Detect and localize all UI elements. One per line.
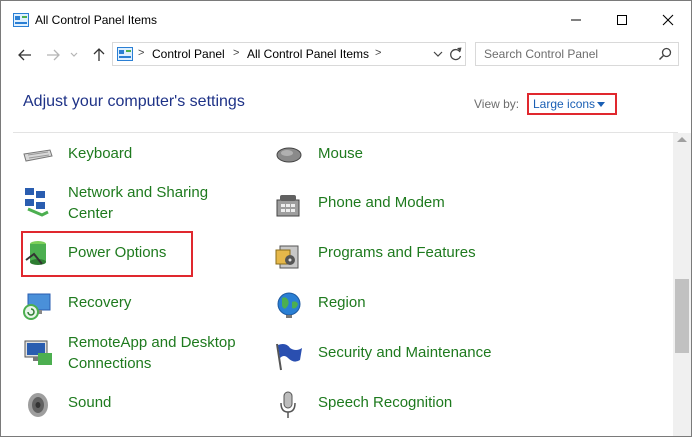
item-power-options[interactable]: Power Options xyxy=(22,236,192,284)
view-by-label: View by: xyxy=(474,97,520,111)
flag-icon xyxy=(276,343,302,371)
view-by-value[interactable]: Large icons xyxy=(533,97,595,111)
phone-icon xyxy=(276,195,300,217)
scroll-up-icon[interactable] xyxy=(677,137,687,142)
maximize-button[interactable] xyxy=(599,1,645,39)
item-sound[interactable]: Sound xyxy=(22,389,252,437)
microphone-icon xyxy=(280,391,296,418)
mouse-icon xyxy=(276,147,302,163)
item-label[interactable]: Security and Maintenance xyxy=(318,342,491,363)
maximize-icon xyxy=(617,15,627,25)
chevron-down-icon xyxy=(70,52,78,57)
arrow-up-icon xyxy=(93,48,105,61)
item-remoteapp[interactable]: RemoteApp and Desktop Connections xyxy=(22,333,262,381)
power-icon xyxy=(25,241,46,265)
control-panel-icon xyxy=(117,47,133,61)
vertical-scrollbar[interactable] xyxy=(673,133,691,436)
search-input[interactable] xyxy=(476,43,656,65)
refresh-icon[interactable] xyxy=(449,46,463,62)
forward-button[interactable] xyxy=(43,45,63,65)
title-bar[interactable]: All Control Panel Items xyxy=(1,1,691,39)
keyboard-icon xyxy=(23,149,53,162)
item-label[interactable]: Power Options xyxy=(68,242,166,263)
close-icon xyxy=(662,14,674,26)
arrow-right-icon xyxy=(47,49,60,61)
window-title: All Control Panel Items xyxy=(35,13,158,27)
item-label[interactable]: Phone and Modem xyxy=(318,192,445,213)
recovery-icon xyxy=(23,293,51,320)
search-icon xyxy=(658,47,672,61)
caret-down-icon[interactable] xyxy=(597,102,605,107)
item-label[interactable]: Mouse xyxy=(318,143,363,164)
control-panel-icon xyxy=(13,13,29,27)
item-recovery[interactable]: Recovery xyxy=(22,290,252,338)
scroll-thumb[interactable] xyxy=(675,279,689,353)
breadcrumb-separator: > xyxy=(375,47,382,59)
arrow-left-icon xyxy=(18,49,31,61)
minimize-button[interactable] xyxy=(553,1,599,39)
close-button[interactable] xyxy=(645,1,691,39)
item-network-sharing[interactable]: Network and Sharing Center xyxy=(22,181,252,229)
back-button[interactable] xyxy=(15,45,35,65)
search-box[interactable] xyxy=(475,42,679,66)
item-phone-modem[interactable]: Phone and Modem xyxy=(272,190,522,238)
item-security-maintenance[interactable]: Security and Maintenance xyxy=(272,340,522,388)
item-label[interactable]: Region xyxy=(318,292,366,313)
breadcrumb-separator: > xyxy=(233,47,240,59)
item-label[interactable]: Connections xyxy=(68,353,151,374)
recent-locations-button[interactable] xyxy=(67,45,81,65)
item-label[interactable]: Keyboard xyxy=(68,143,132,164)
chevron-down-icon[interactable] xyxy=(431,47,445,61)
network-icon xyxy=(25,188,49,217)
divider xyxy=(13,132,678,133)
item-programs-features[interactable]: Programs and Features xyxy=(272,240,522,288)
item-label[interactable]: RemoteApp and Desktop xyxy=(68,332,236,353)
item-label[interactable]: Programs and Features xyxy=(318,242,476,263)
breadcrumb-separator: > xyxy=(138,47,145,59)
item-mouse[interactable]: Mouse xyxy=(272,140,522,188)
programs-icon xyxy=(275,245,299,269)
item-region[interactable]: Region xyxy=(272,290,522,338)
speaker-icon xyxy=(28,393,48,417)
item-label[interactable]: Recovery xyxy=(68,292,131,313)
view-by-dropdown[interactable]: Large icons xyxy=(527,93,617,115)
breadcrumb-all-items[interactable]: All Control Panel Items xyxy=(247,47,369,61)
item-label[interactable]: Network and Sharing xyxy=(68,182,208,203)
globe-icon xyxy=(277,292,301,318)
item-label[interactable]: Center xyxy=(68,203,113,224)
item-speech-recognition[interactable]: Speech Recognition xyxy=(272,389,522,437)
control-panel-window: All Control Panel Items > Control Panel … xyxy=(0,0,692,437)
up-button[interactable] xyxy=(89,45,109,65)
item-label[interactable]: Sound xyxy=(68,392,111,413)
address-bar[interactable]: > Control Panel > All Control Panel Item… xyxy=(112,42,466,66)
page-title: Adjust your computer's settings xyxy=(23,93,245,110)
item-label[interactable]: Speech Recognition xyxy=(318,392,452,413)
minimize-icon xyxy=(571,19,581,21)
breadcrumb-control-panel[interactable]: Control Panel xyxy=(152,47,225,61)
remoteapp-icon xyxy=(24,340,52,365)
